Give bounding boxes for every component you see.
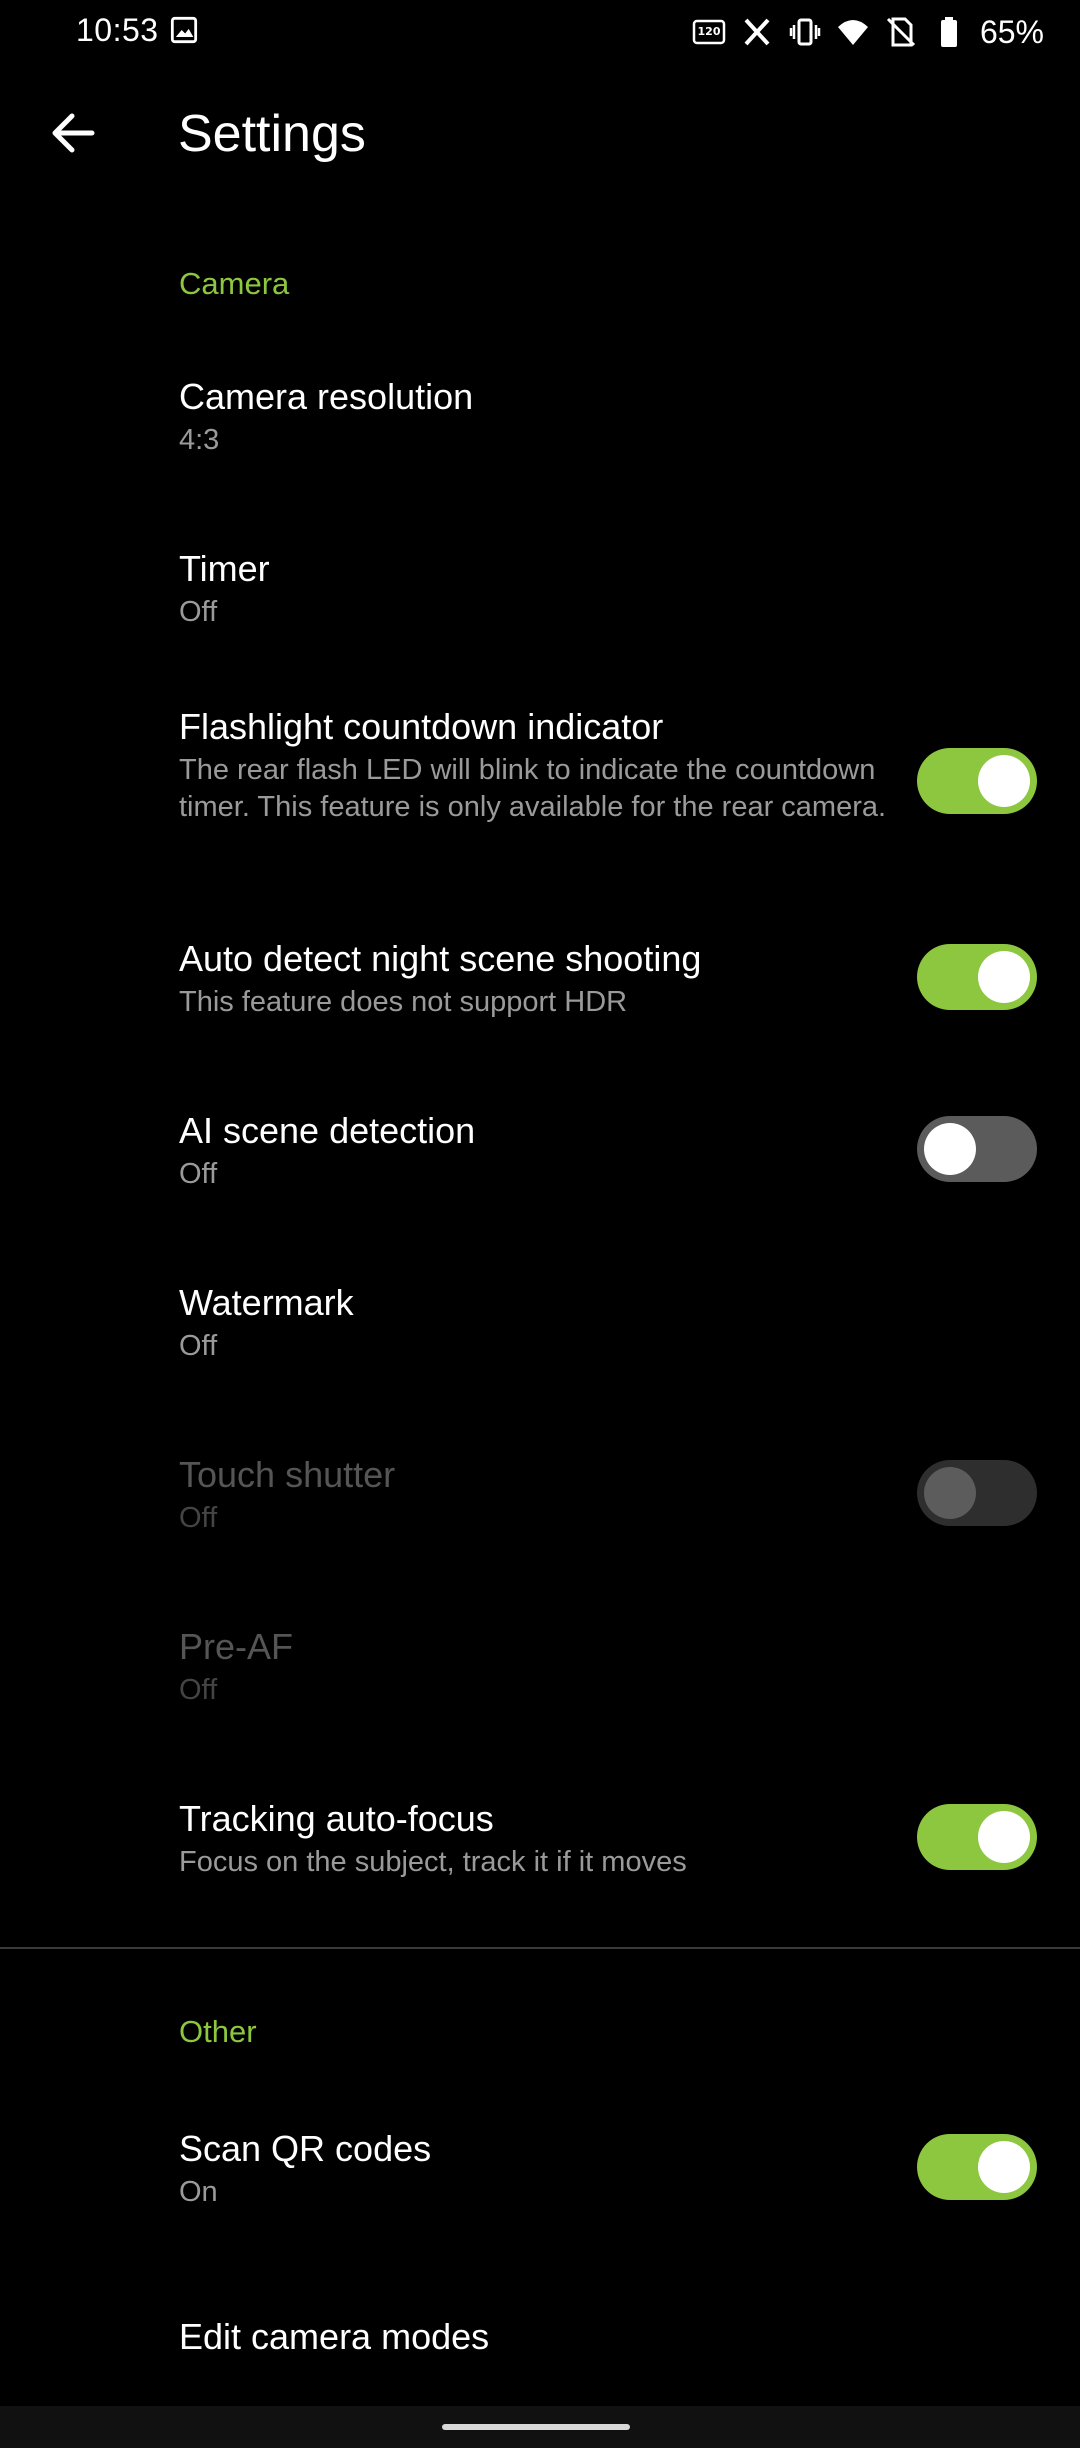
setting-touch-shutter: Touch shutter Off (0, 1438, 1080, 1558)
setting-tracking-autofocus[interactable]: Tracking auto-focus Focus on the subject… (0, 1782, 1080, 1902)
120hz-icon: 120 (692, 19, 726, 45)
setting-subtitle: This feature does not support HDR (179, 986, 628, 1018)
setting-title: Touch shutter (179, 1454, 396, 1495)
toggle-knob (978, 1811, 1030, 1863)
navigation-bar (0, 2406, 1080, 2448)
vibrate-icon (789, 18, 821, 46)
setting-ai-scene-detection[interactable]: AI scene detection Off (0, 1094, 1080, 1214)
gallery-icon (170, 16, 198, 44)
touch-shutter-toggle (917, 1460, 1037, 1526)
status-bar: 10:53 120 65% (0, 0, 1080, 64)
toggle-knob (978, 755, 1030, 807)
setting-subtitle: The rear flash LED will blink to indicat… (179, 754, 887, 823)
toggle-knob (924, 1123, 976, 1175)
setting-title: Flashlight countdown indicator (179, 706, 664, 747)
section-divider (0, 1947, 1080, 1949)
setting-subtitle: Off (179, 1502, 218, 1534)
x-icon (744, 18, 770, 46)
setting-subtitle: Off (179, 596, 218, 628)
setting-title: Pre-AF (179, 1626, 294, 1667)
home-gesture-handle[interactable] (442, 2424, 630, 2430)
app-bar: Settings (0, 64, 1080, 204)
svg-text:120: 120 (697, 25, 720, 38)
setting-title: Watermark (179, 1282, 354, 1323)
setting-title: Edit camera modes (179, 2316, 490, 2357)
setting-subtitle: Off (179, 1674, 218, 1706)
setting-title: Camera resolution (179, 376, 474, 417)
setting-title: Timer (179, 548, 270, 589)
setting-scan-qr-codes[interactable]: Scan QR codes On (0, 2112, 1080, 2232)
toggle-knob (978, 2141, 1030, 2193)
toggle-knob (924, 1467, 976, 1519)
no-sim-icon (886, 17, 916, 47)
setting-edit-camera-modes[interactable]: Edit camera modes (0, 2290, 1080, 2386)
setting-timer[interactable]: Timer Off (0, 532, 1080, 652)
wifi-icon (837, 20, 868, 45)
status-icons: 120 65% (692, 12, 1044, 52)
setting-flashlight-countdown[interactable]: Flashlight countdown indicator The rear … (0, 690, 1080, 880)
setting-pre-af: Pre-AF Off (0, 1610, 1080, 1730)
battery-percent: 65% (979, 13, 1044, 50)
battery-icon (940, 17, 957, 47)
setting-subtitle: Off (179, 1330, 218, 1362)
ai-scene-detection-toggle[interactable] (917, 1116, 1037, 1182)
tracking-autofocus-toggle[interactable] (917, 1804, 1037, 1870)
setting-title: Scan QR codes (179, 2128, 432, 2169)
setting-title: Auto detect night scene shooting (179, 938, 702, 979)
status-time: 10:53 (76, 12, 159, 48)
setting-title: AI scene detection (179, 1110, 476, 1151)
setting-subtitle: On (179, 2176, 218, 2208)
setting-subtitle: 4:3 (179, 424, 220, 456)
setting-watermark[interactable]: Watermark Off (0, 1266, 1080, 1386)
back-button[interactable] (40, 100, 106, 166)
setting-auto-night-scene[interactable]: Auto detect night scene shooting This fe… (0, 922, 1080, 1042)
setting-camera-resolution[interactable]: Camera resolution 4:3 (0, 360, 1080, 480)
toggle-knob (978, 951, 1030, 1003)
setting-subtitle: Off (179, 1158, 218, 1190)
arrow-left-icon (52, 113, 95, 153)
auto-night-scene-toggle[interactable] (917, 944, 1037, 1010)
section-header-other: Other (179, 2014, 257, 2049)
setting-title: Tracking auto-focus (179, 1798, 494, 1839)
setting-subtitle: Focus on the subject, track it if it mov… (179, 1846, 687, 1878)
flashlight-countdown-toggle[interactable] (917, 748, 1037, 814)
page-title: Settings (178, 105, 366, 163)
scan-qr-codes-toggle[interactable] (917, 2134, 1037, 2200)
section-header-camera: Camera (179, 266, 290, 301)
